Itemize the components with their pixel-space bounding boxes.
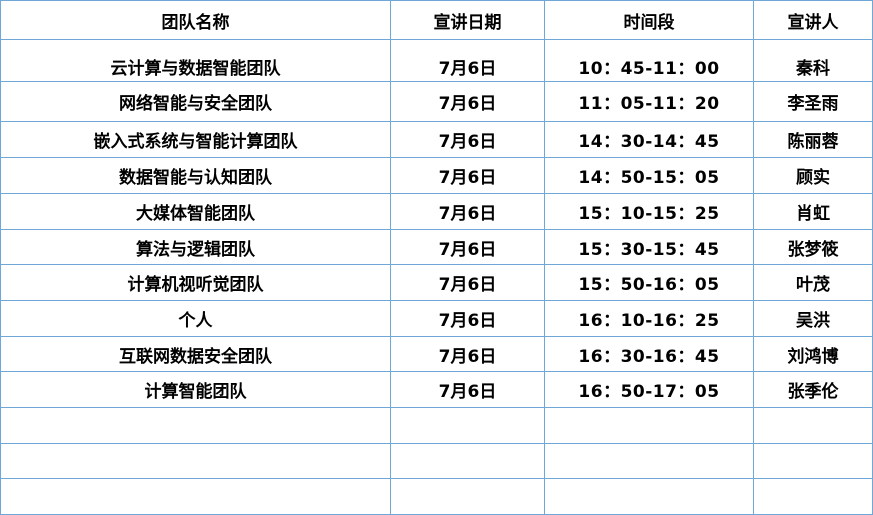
table-header-row: 团队名称 宣讲日期 时间段 宣讲人 (0, 0, 873, 40)
team-name-cell: 数据智能与认知团队 (0, 158, 391, 194)
empty-cell (545, 479, 754, 515)
table-row: 嵌入式系统与智能计算团队 7月6日 14：30-14：45 陈丽蓉 (0, 122, 873, 158)
schedule-table: 团队名称 宣讲日期 时间段 宣讲人 云计算与数据智能团队 7月6日 10：45-… (0, 0, 873, 515)
team-name-cell: 个人 (0, 301, 391, 337)
header-team-name: 团队名称 (0, 0, 391, 40)
date-cell: 7月6日 (391, 122, 545, 158)
speaker-cell: 吴洪 (754, 301, 873, 337)
date-cell: 7月6日 (391, 372, 545, 408)
time-cell: 15：30-15：45 (545, 230, 754, 265)
table-row: 数据智能与认知团队 7月6日 14：50-15：05 顾实 (0, 158, 873, 194)
speaker-cell: 秦科 (754, 40, 873, 82)
speaker-cell: 张梦筱 (754, 230, 873, 265)
time-cell: 14：30-14：45 (545, 122, 754, 158)
team-name-cell: 互联网数据安全团队 (0, 337, 391, 372)
speaker-cell: 张季伦 (754, 372, 873, 408)
table-row: 计算智能团队 7月6日 16：50-17：05 张季伦 (0, 372, 873, 408)
empty-cell (754, 408, 873, 444)
header-date: 宣讲日期 (391, 0, 545, 40)
time-cell: 15：10-15：25 (545, 194, 754, 230)
empty-cell (754, 444, 873, 479)
speaker-cell: 陈丽蓉 (754, 122, 873, 158)
team-name-cell: 计算机视听觉团队 (0, 265, 391, 301)
date-cell: 7月6日 (391, 82, 545, 122)
table-row: 网络智能与安全团队 7月6日 11：05-11：20 李圣雨 (0, 82, 873, 122)
table-row: 云计算与数据智能团队 7月6日 10：45-11：00 秦科 (0, 40, 873, 82)
date-cell: 7月6日 (391, 337, 545, 372)
empty-cell (545, 408, 754, 444)
team-name-cell: 网络智能与安全团队 (0, 82, 391, 122)
speaker-cell: 刘鸿博 (754, 337, 873, 372)
time-cell: 14：50-15：05 (545, 158, 754, 194)
date-cell: 7月6日 (391, 40, 545, 82)
empty-cell (391, 444, 545, 479)
team-name-cell: 算法与逻辑团队 (0, 230, 391, 265)
table-row: 计算机视听觉团队 7月6日 15：50-16：05 叶茂 (0, 265, 873, 301)
table-row: 大媒体智能团队 7月6日 15：10-15：25 肖虹 (0, 194, 873, 230)
date-cell: 7月6日 (391, 194, 545, 230)
team-name-cell: 云计算与数据智能团队 (0, 40, 391, 82)
table-row: 个人 7月6日 16：10-16：25 吴洪 (0, 301, 873, 337)
time-cell: 10：45-11：00 (545, 40, 754, 82)
empty-cell (0, 408, 391, 444)
team-name-cell: 嵌入式系统与智能计算团队 (0, 122, 391, 158)
team-name-cell: 计算智能团队 (0, 372, 391, 408)
empty-row (0, 408, 873, 444)
date-cell: 7月6日 (391, 158, 545, 194)
speaker-cell: 顾实 (754, 158, 873, 194)
time-cell: 11：05-11：20 (545, 82, 754, 122)
date-cell: 7月6日 (391, 301, 545, 337)
header-speaker: 宣讲人 (754, 0, 873, 40)
time-cell: 16：10-16：25 (545, 301, 754, 337)
date-cell: 7月6日 (391, 265, 545, 301)
time-cell: 16：50-17：05 (545, 372, 754, 408)
table-row: 互联网数据安全团队 7月6日 16：30-16：45 刘鸿博 (0, 337, 873, 372)
speaker-cell: 李圣雨 (754, 82, 873, 122)
empty-row (0, 444, 873, 479)
time-cell: 15：50-16：05 (545, 265, 754, 301)
table-row: 算法与逻辑团队 7月6日 15：30-15：45 张梦筱 (0, 230, 873, 265)
time-cell: 16：30-16：45 (545, 337, 754, 372)
empty-cell (0, 479, 391, 515)
date-cell: 7月6日 (391, 230, 545, 265)
team-name-cell: 大媒体智能团队 (0, 194, 391, 230)
speaker-cell: 肖虹 (754, 194, 873, 230)
empty-cell (391, 479, 545, 515)
empty-cell (754, 479, 873, 515)
empty-row (0, 479, 873, 515)
empty-cell (391, 408, 545, 444)
empty-cell (0, 444, 391, 479)
speaker-cell: 叶茂 (754, 265, 873, 301)
header-time-slot: 时间段 (545, 0, 754, 40)
empty-cell (545, 444, 754, 479)
